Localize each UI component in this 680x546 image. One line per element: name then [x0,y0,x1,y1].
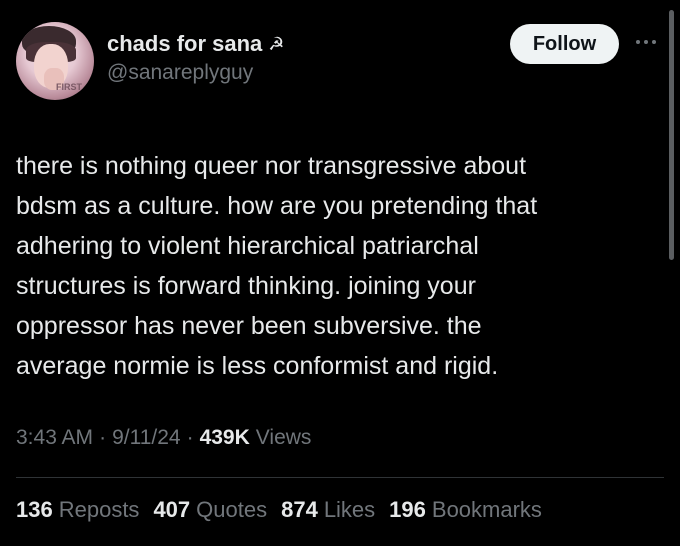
tweet-time[interactable]: 3:43 AM [16,426,93,450]
follow-button[interactable]: Follow [510,24,619,64]
more-dot [652,40,656,44]
more-dot [644,40,648,44]
tweet-line: bdsm as a culture. how are you pretendin… [16,192,538,220]
user-name-row[interactable]: chads for sana ☭ [107,30,284,58]
display-name[interactable]: chads for sana [107,31,262,57]
tweet-text: there is nothing queer nor transgressive… [16,146,646,386]
quotes-count: 407 [153,497,191,522]
reposts-label: Reposts [58,497,140,522]
likes-stat[interactable]: 874 Likes [281,497,375,523]
views-label: Views [255,426,312,449]
separator-dot: · [99,426,107,449]
bookmarks-stat[interactable]: 196 Bookmarks [389,497,542,523]
tweet-line: there is nothing queer nor transgressive… [16,152,527,180]
tweet-line: oppressor has never been subversive. the [16,312,482,340]
bookmarks-count: 196 [389,497,426,522]
scrollbar[interactable] [669,10,674,260]
avatar[interactable]: FIRST [16,22,94,100]
engagement-stats: 136 Reposts 407 Quotes 874 Likes 196 Boo… [16,497,542,523]
reposts-stat[interactable]: 136 Reposts [16,497,139,523]
tweet-line: structures is forward thinking. joining … [16,272,476,300]
more-options-icon[interactable] [636,32,662,52]
tweet-line: average normie is less conformist and ri… [16,352,499,380]
likes-count: 874 [281,497,318,522]
quotes-label: Quotes [196,497,268,522]
tweet-line: adhering to violent hierarchical patriar… [16,232,479,260]
views-count: 439K [199,426,250,449]
separator-dot: · [186,426,194,449]
avatar-text: FIRST [56,82,82,92]
tweet-date[interactable]: 9/11/24 [112,426,181,450]
divider [16,477,664,478]
hammer-sickle-icon: ☭ [268,33,285,54]
bookmarks-label: Bookmarks [431,497,542,522]
more-dot [636,40,640,44]
likes-label: Likes [323,497,376,522]
reposts-count: 136 [16,497,53,522]
user-handle[interactable]: @sanareplyguy [107,61,253,85]
tweet-meta: 3:43 AM · 9/11/24 · 439K Views [16,426,311,450]
quotes-stat[interactable]: 407 Quotes [153,497,267,523]
